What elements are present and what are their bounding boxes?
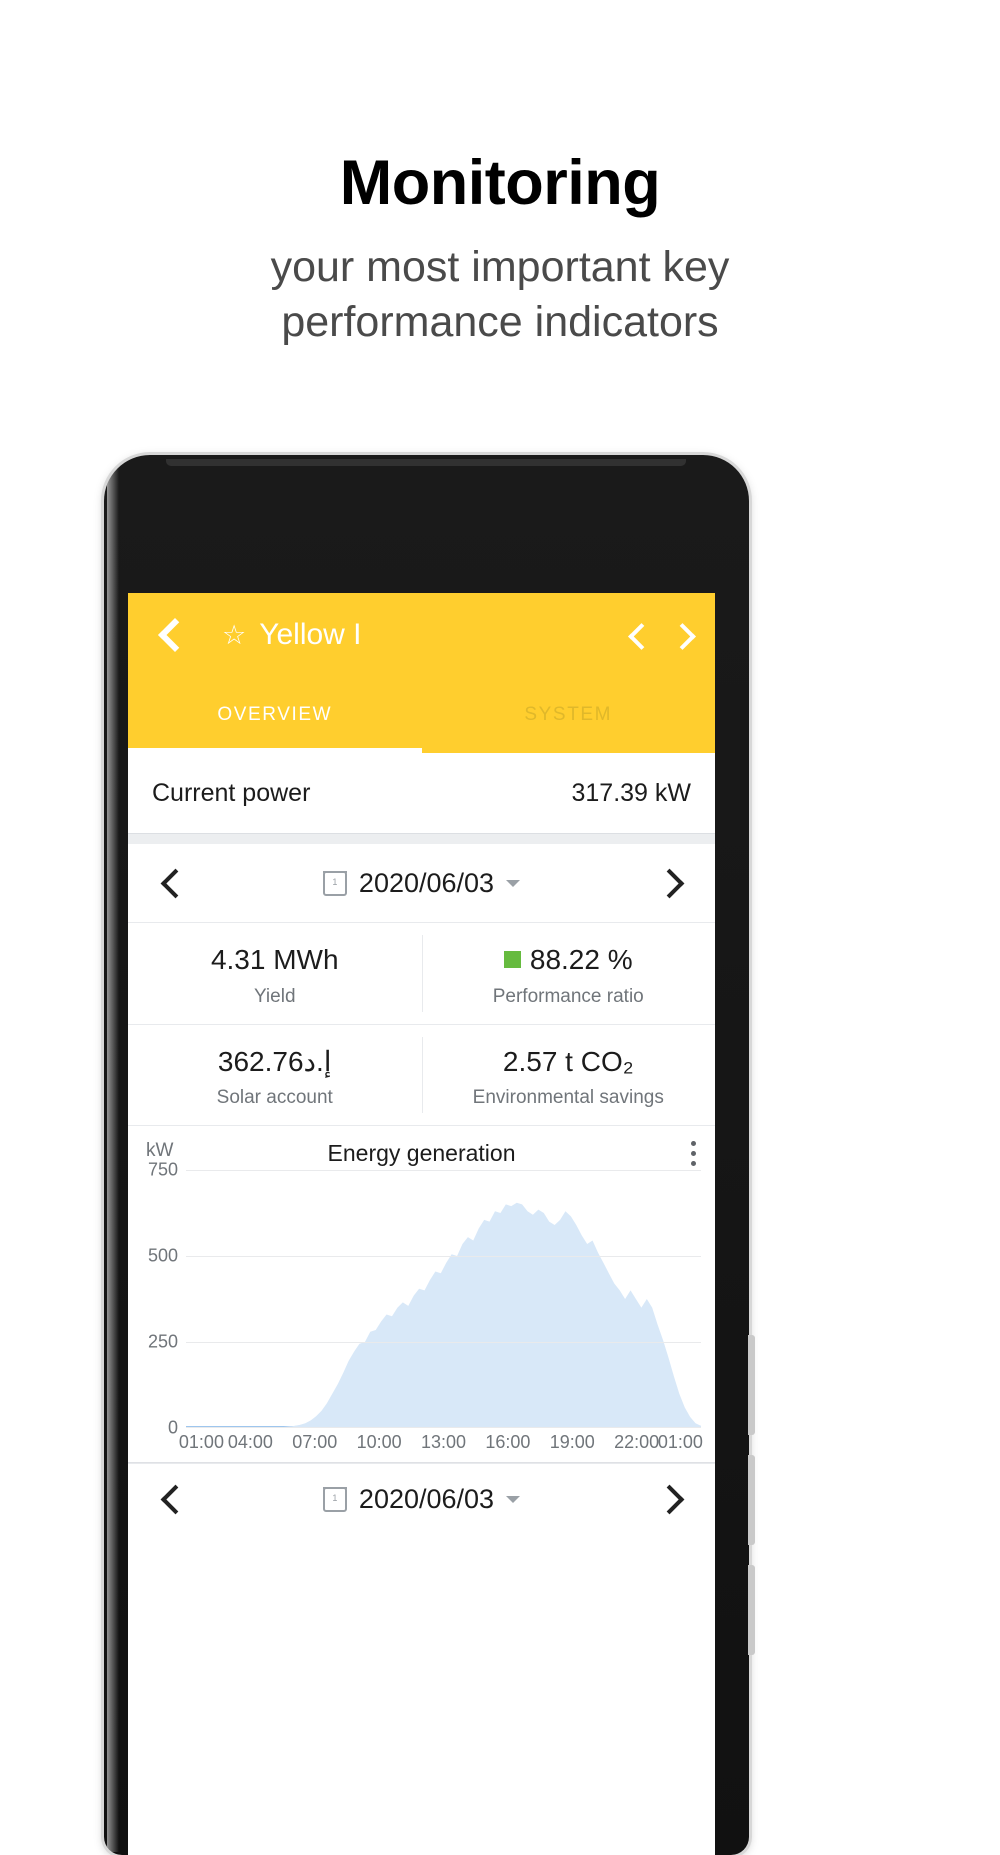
chart-x-tick: 13:00 (420, 1432, 467, 1453)
chart-y-axis-labels: 0 250 500 750 (142, 1160, 184, 1438)
promo-header: Monitoring your most important key perfo… (0, 0, 1000, 350)
bottom-calendar-day-number: 1 (332, 1492, 338, 1503)
chart-area-band (186, 1202, 701, 1429)
chart-y-tick: 0 (167, 1417, 178, 1438)
chart-header: kW Energy generation (128, 1126, 715, 1168)
kpi-solar-account-value: 362.76إ.د (217, 1045, 332, 1077)
date-display[interactable]: 1 2020/06/03 (194, 868, 649, 899)
bottom-date-selector: 1 2020/06/03 (128, 1463, 715, 1535)
calendar-icon: 1 (322, 870, 347, 896)
kpi-row-2: 362.76إ.د Solar account 2.57 t CO₂ Envir… (128, 1025, 715, 1127)
energy-generation-chart-card: kW Energy generation 0 250 500 750 01:00 04:… (128, 1126, 715, 1464)
bottom-selected-date: 2020/06/03 (358, 1483, 495, 1514)
chart-gridline (186, 1427, 701, 1429)
current-power-label: Current power (152, 778, 311, 807)
current-power-value: 317.39 kW (571, 778, 691, 807)
next-plant-chevron-right-icon[interactable] (665, 618, 699, 652)
phone-edge-highlight (107, 458, 119, 1852)
bottom-date-prev-chevron-left-icon[interactable] (152, 1478, 194, 1520)
prev-plant-chevron-left-icon[interactable] (621, 618, 655, 652)
kpi-yield-value: 4.31 MWh (210, 944, 339, 975)
app-bar-nav-group (621, 618, 699, 652)
page-subtitle-line-2: performance indicators (281, 298, 719, 347)
phone-top-bezel-slot (166, 459, 686, 466)
star-outline-icon[interactable]: ☆ (222, 621, 246, 649)
calendar-day-number: 1 (332, 876, 338, 887)
section-divider (128, 833, 715, 844)
kpi-performance-ratio-value-wrap: 88.22 % (428, 943, 710, 977)
volume-down-button[interactable] (748, 1455, 755, 1545)
kpi-row-1: 4.31 MWh Yield 88.22 % Performance ratio (128, 923, 715, 1025)
date-selector: 1 2020/06/03 (128, 844, 715, 923)
kpi-solar-account-label: Solar account (216, 1087, 333, 1109)
kpi-performance-ratio-value: 88.22 % (529, 944, 633, 975)
chart-y-tick: 500 (147, 1245, 178, 1266)
bottom-calendar-icon: 1 (322, 1486, 347, 1512)
kpi-performance-ratio-label: Performance ratio (492, 985, 644, 1007)
volume-up-button[interactable] (748, 1335, 755, 1435)
caret-down-icon[interactable] (506, 879, 521, 887)
date-next-chevron-right-icon[interactable] (649, 862, 691, 904)
chart-y-tick: 250 (147, 1331, 178, 1352)
chart-x-tick: 10:00 (356, 1432, 402, 1453)
tab-system[interactable]: SYSTEM (422, 677, 716, 753)
bottom-caret-down-icon[interactable] (506, 1495, 521, 1503)
chart-x-tick: 04:00 (227, 1432, 273, 1453)
kpi-performance-ratio[interactable]: 88.22 % Performance ratio (421, 923, 716, 1024)
chart-y-tick: 750 (147, 1159, 178, 1180)
bottom-date-next-chevron-right-icon[interactable] (649, 1478, 691, 1520)
kpi-solar-account[interactable]: 362.76إ.د Solar account (128, 1025, 422, 1126)
chart-x-tick: 22:00 (614, 1432, 660, 1453)
app-screen: ☆ Yellow I OVERVIEW SYSTEM Current power… (128, 593, 715, 1855)
page-subtitle: your most important key performance indi… (0, 216, 1000, 350)
chart-baseline-divider (128, 1462, 715, 1464)
chart-x-tick: 07:00 (292, 1432, 338, 1453)
status-badge-green (503, 951, 521, 968)
chart-x-axis-labels: 01:00 04:00 07:00 10:00 13:00 16:00 19:00 22:00… (179, 1432, 703, 1458)
date-prev-chevron-left-icon[interactable] (152, 862, 194, 904)
chart-x-tick: 01:00 (657, 1432, 703, 1453)
kpi-yield[interactable]: 4.31 MWh Yield (128, 923, 422, 1024)
chart-title: Energy generation (327, 1140, 516, 1167)
tab-bar: OVERVIEW SYSTEM (128, 677, 715, 753)
app-bar-title: Yellow I (259, 618, 362, 651)
kebab-menu-icon[interactable] (691, 1140, 697, 1168)
kpi-yield-label: Yield (253, 985, 296, 1007)
bottom-date-display[interactable]: 1 2020/06/03 (194, 1484, 649, 1515)
chart-plot-area: 0 250 500 750 01:00 04:00 07:00 10:00 13:00 16:0… (142, 1160, 703, 1458)
power-button[interactable] (748, 1565, 755, 1655)
chart-x-tick: 19:00 (549, 1432, 595, 1453)
app-bar: ☆ Yellow I OVERVIEW SYSTEM (128, 593, 715, 753)
chart-canvas[interactable] (186, 1170, 701, 1429)
chevron-left-icon[interactable] (150, 614, 192, 656)
page-title: Monitoring (339, 148, 661, 218)
chart-gridline (186, 1342, 701, 1344)
chart-x-tick: 01:00 (178, 1432, 224, 1453)
page-subtitle-line-1: your most important key (270, 243, 730, 292)
chart-gridline (186, 1170, 701, 1172)
chart-series-svg (186, 1202, 701, 1429)
selected-date: 2020/06/03 (358, 867, 495, 898)
current-power-row: Current power 317.39 kW (128, 753, 715, 833)
kpi-environmental-savings-value: 2.57 t CO₂ (502, 1045, 634, 1077)
kpi-environmental-savings-label: Environmental savings (472, 1087, 664, 1109)
app-bar-top-row: ☆ Yellow I (128, 593, 715, 677)
phone-mockup: ☆ Yellow I OVERVIEW SYSTEM Current power… (104, 455, 755, 1855)
tab-overview[interactable]: OVERVIEW (128, 677, 422, 753)
chart-x-tick: 16:00 (485, 1432, 531, 1453)
kpi-environmental-savings[interactable]: 2.57 t CO₂ Environmental savings (421, 1025, 716, 1126)
chart-gridline (186, 1256, 701, 1258)
